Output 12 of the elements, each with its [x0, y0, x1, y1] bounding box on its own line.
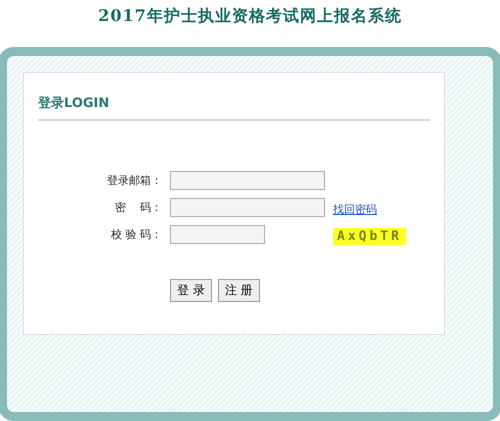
captcha-image: AxQbTR: [333, 228, 406, 245]
field-label: 密 码：: [115, 200, 162, 215]
page-title: 2017年护士执业资格考试网上报名系统: [98, 6, 402, 27]
password-field[interactable]: [170, 198, 325, 217]
field-label: 校 验 码：: [111, 226, 162, 242]
register-button[interactable]: 注 册: [218, 278, 260, 302]
field-label: 登录邮箱：: [107, 172, 162, 188]
forgot-password-link[interactable]: 找回密码: [333, 202, 377, 216]
email-field[interactable]: [170, 170, 325, 190]
login-button[interactable]: 登 录: [170, 278, 212, 302]
login-heading: 登录LOGIN: [38, 94, 430, 121]
captcha-field[interactable]: [170, 224, 265, 244]
